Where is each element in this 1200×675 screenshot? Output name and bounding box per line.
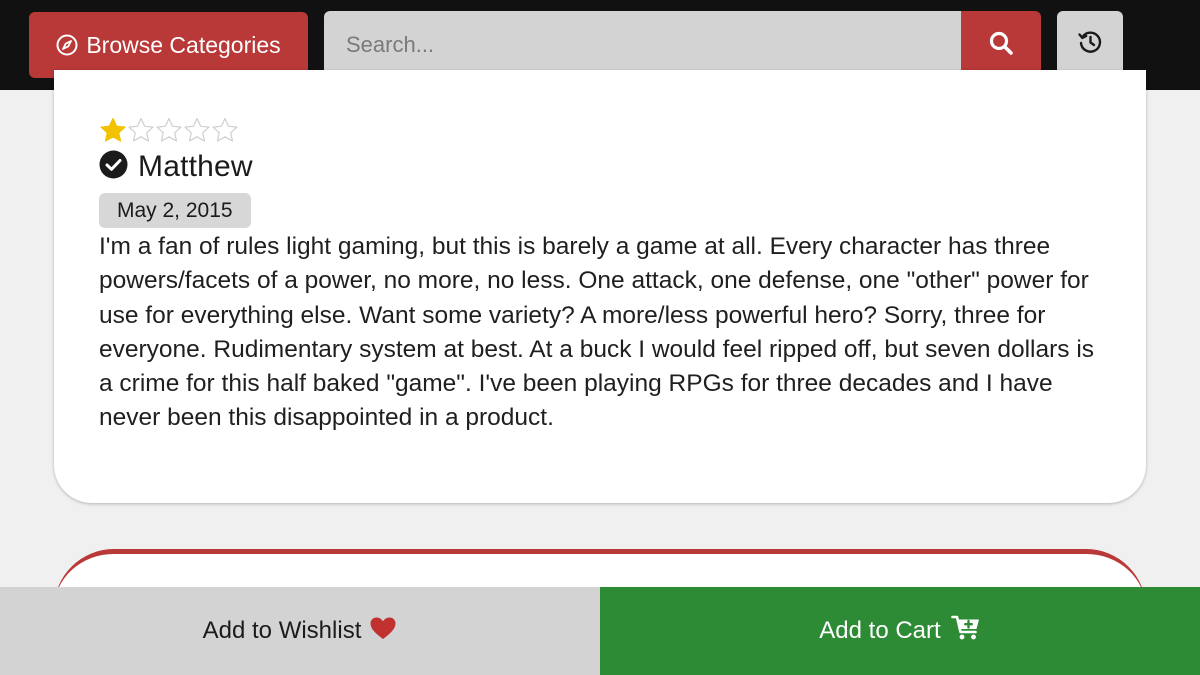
- review-date-badge: May 2, 2015: [99, 193, 251, 228]
- star-empty-icon: [212, 117, 238, 142]
- star-empty-icon: [156, 117, 182, 142]
- add-to-cart-button[interactable]: Add to Cart: [600, 587, 1200, 675]
- add-to-wishlist-button[interactable]: Add to Wishlist: [0, 587, 600, 675]
- browse-categories-button[interactable]: Browse Categories: [29, 12, 308, 78]
- search-button[interactable]: [961, 11, 1041, 79]
- check-circle-icon: [99, 150, 128, 184]
- review-card: Matthew May 2, 2015 I'm a fan of rules l…: [54, 70, 1146, 503]
- search-bar: [324, 11, 1041, 79]
- cart-label: Add to Cart: [819, 617, 941, 644]
- star-empty-icon: [128, 117, 154, 142]
- compass-icon: [56, 34, 78, 56]
- browse-categories-label: Browse Categories: [86, 31, 281, 58]
- wishlist-label: Add to Wishlist: [202, 617, 362, 644]
- star-rating: [99, 117, 239, 143]
- review-text: I'm a fan of rules light gaming, but thi…: [99, 233, 1095, 432]
- star-empty-icon: [184, 117, 210, 142]
- reviewer-name: Matthew: [138, 150, 253, 183]
- star-filled-icon: [100, 117, 126, 142]
- bottom-action-bar: Add to Wishlist Add to Cart: [0, 587, 1200, 675]
- cart-plus-icon: [950, 615, 981, 648]
- reviewer-row: Matthew: [99, 150, 253, 184]
- magnifier-icon: [988, 30, 1014, 61]
- heart-icon: [369, 616, 397, 647]
- history-button[interactable]: [1057, 11, 1123, 77]
- search-input[interactable]: [324, 11, 961, 79]
- history-icon: [1077, 29, 1103, 60]
